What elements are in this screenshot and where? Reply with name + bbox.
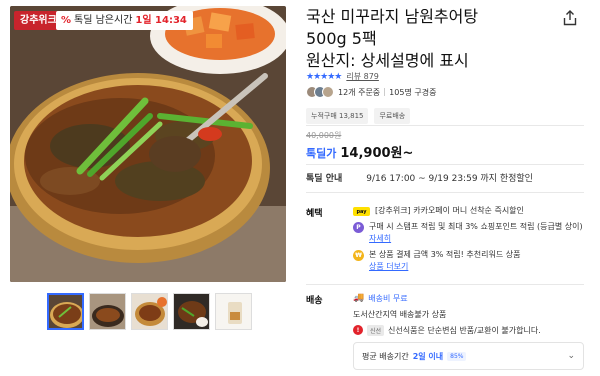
- shipping-info: 🚚 배송비 무료 도서산간지역 배송불가 상품 ! 신선 신선식품은 단순변심 …: [353, 291, 583, 339]
- thumbnail-strip: [47, 293, 252, 330]
- delivery-days: 2일 이내: [412, 351, 444, 361]
- divider: [306, 192, 584, 193]
- kakaopay-icon: pay: [353, 207, 370, 216]
- benefit-text: [강추위크] 카카오페이 머니 선착순 즉시할인: [375, 206, 524, 215]
- product-title-line2: 500g 5팩: [306, 29, 377, 48]
- thumbnail-3[interactable]: [131, 293, 168, 330]
- buyer-avatars: [306, 86, 334, 98]
- free-shipping-chip: 무료배송: [374, 108, 411, 124]
- avatar: [322, 86, 334, 98]
- benefits-list: pay [강추위크] 카카오페이 머니 선착순 즉시할인 P 구매 시 스탬프 …: [353, 205, 583, 277]
- benefit-item: ₩ 본 상품 결제 금액 3% 적립! 추천리워드 상품 상품 더보기: [353, 249, 583, 273]
- benefit-item: pay [강추위크] 카카오페이 머니 선착순 즉시할인: [353, 205, 583, 217]
- timer-label: 톡딜 남은시간: [74, 15, 133, 26]
- divider: [306, 164, 584, 165]
- share-icon: [563, 10, 577, 26]
- divider: [384, 88, 386, 96]
- more-products-link[interactable]: 상품 더보기: [369, 262, 408, 271]
- buyers-row: 12개 주문중 105명 구경중: [306, 86, 436, 98]
- shipping-restriction: 도서산간지역 배송불가 상품: [353, 309, 447, 319]
- thumbnail-2[interactable]: [89, 293, 126, 330]
- deal-info-label: 톡딜 안내: [306, 174, 343, 184]
- deal-price-label: 톡딜가: [306, 147, 337, 160]
- benefits-label: 혜택: [306, 209, 323, 219]
- star-rating-icon: ★★★★★: [306, 71, 342, 82]
- details-link[interactable]: 자세히: [369, 234, 391, 243]
- coin-icon: ₩: [353, 250, 364, 261]
- shipping-label: 배송: [306, 296, 323, 306]
- percent-icon: %: [61, 15, 72, 26]
- delivery-period-box[interactable]: 평균 배송기간 2일 이내 85% ⌄: [353, 342, 584, 370]
- divider: [306, 284, 584, 285]
- benefit-item: P 구매 시 스탬프 적립 및 최대 3% 쇼핑포인트 적립 (등급별 상이) …: [353, 221, 583, 245]
- return-policy-line: ! 신선 신선식품은 단순변심 반품/교환이 불가합니다.: [353, 323, 583, 337]
- shipping-fee-line: 🚚 배송비 무료: [353, 291, 583, 305]
- deal-period: 9/16 17:00 ~ 9/19 23:59 까지 한정할인: [366, 174, 533, 184]
- divider: [306, 125, 584, 126]
- warning-icon: !: [353, 325, 363, 335]
- share-button[interactable]: [558, 6, 582, 30]
- deal-timer-badge: % 톡딜 남은시간 1일 14:34: [56, 11, 193, 30]
- product-title-line3: 원산지: 상세설명에 표시: [306, 51, 469, 70]
- thumbnail-5[interactable]: [215, 293, 252, 330]
- info-chips: 누적구매 13,815 무료배송: [306, 108, 411, 124]
- delivery-rate-badge: 85%: [447, 351, 467, 361]
- original-price: 40,000원: [306, 131, 342, 140]
- thumbnail-4[interactable]: [173, 293, 210, 330]
- timer-value: 1일 14:34: [135, 15, 187, 26]
- rating-row: ★★★★★ 리뷰 879: [306, 71, 379, 82]
- truck-icon: 🚚: [353, 293, 365, 303]
- shipping-restriction-line: 도서산간지역 배송불가 상품: [353, 307, 583, 321]
- chevron-down-icon: ⌄: [567, 351, 575, 361]
- shipping-fee: 배송비 무료: [368, 293, 408, 303]
- fresh-food-badge: 신선: [367, 324, 385, 336]
- review-link[interactable]: 리뷰 879: [346, 71, 379, 82]
- price-row: 톡딜가 14,900원~: [306, 142, 413, 161]
- product-title: 국산 미꾸라지 남원추어탕 500g 5팩 원산지: 상세설명에 표시: [306, 6, 546, 72]
- return-policy: 신선식품은 단순변심 반품/교환이 불가합니다.: [388, 325, 541, 335]
- delivery-period-label: 평균 배송기간: [362, 351, 409, 361]
- point-icon: P: [353, 222, 364, 233]
- deal-price: 14,900원~: [340, 146, 414, 161]
- viewers-count: 105명 구경중: [389, 87, 437, 97]
- product-main-image[interactable]: [10, 6, 286, 282]
- benefit-text: 구매 시 스탬프 적립 및 최대 3% 쇼핑포인트 적립 (등급별 상이): [369, 222, 583, 231]
- benefit-text: 본 상품 결제 금액 3% 적립! 추천리워드 상품: [369, 250, 521, 259]
- deal-info-row: 톡딜 안내 9/16 17:00 ~ 9/19 23:59 까지 한정할인: [306, 171, 533, 184]
- cumulative-purchase-chip: 누적구매 13,815: [306, 108, 369, 124]
- orders-count: 12개 주문중: [338, 87, 381, 97]
- product-title-line1: 국산 미꾸라지 남원추어탕: [306, 7, 479, 26]
- thumbnail-1[interactable]: [47, 293, 84, 330]
